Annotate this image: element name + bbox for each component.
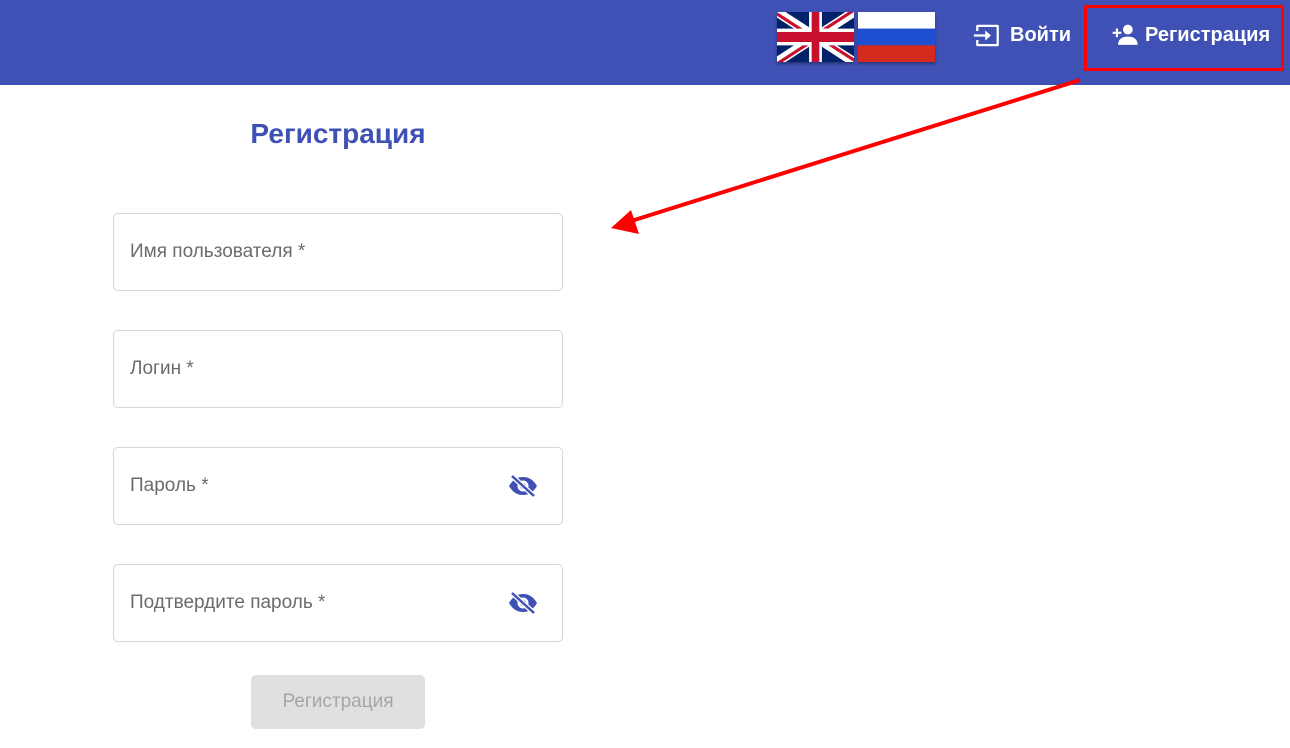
register-submit-button[interactable]: Регистрация	[251, 675, 425, 729]
login-button[interactable]: Войти	[973, 18, 1071, 52]
confirm-password-field[interactable]: Подтвердите пароль *	[113, 564, 563, 642]
visibility-off-icon[interactable]	[508, 591, 538, 615]
register-nav-button[interactable]: Регистрация	[1108, 18, 1270, 52]
page-title: Регистрация	[250, 118, 426, 149]
top-app-bar: Войти Регистрация	[0, 0, 1290, 85]
login-placeholder: Логин *	[130, 358, 194, 379]
login-icon	[973, 23, 1002, 48]
login-label: Войти	[1010, 23, 1072, 46]
login-field[interactable]: Логин *	[113, 330, 563, 408]
uk-flag-icon[interactable]	[777, 12, 854, 62]
visibility-off-icon[interactable]	[508, 474, 538, 498]
person-add-icon	[1108, 23, 1139, 47]
username-field[interactable]: Имя пользователя *	[113, 213, 563, 291]
confirm-password-placeholder: Подтвердите пароль *	[130, 592, 326, 613]
russia-flag-icon[interactable]	[858, 12, 935, 62]
username-placeholder: Имя пользователя *	[130, 241, 306, 262]
password-field[interactable]: Пароль *	[113, 447, 563, 525]
register-nav-label: Регистрация	[1145, 23, 1271, 46]
password-placeholder: Пароль *	[130, 475, 209, 496]
